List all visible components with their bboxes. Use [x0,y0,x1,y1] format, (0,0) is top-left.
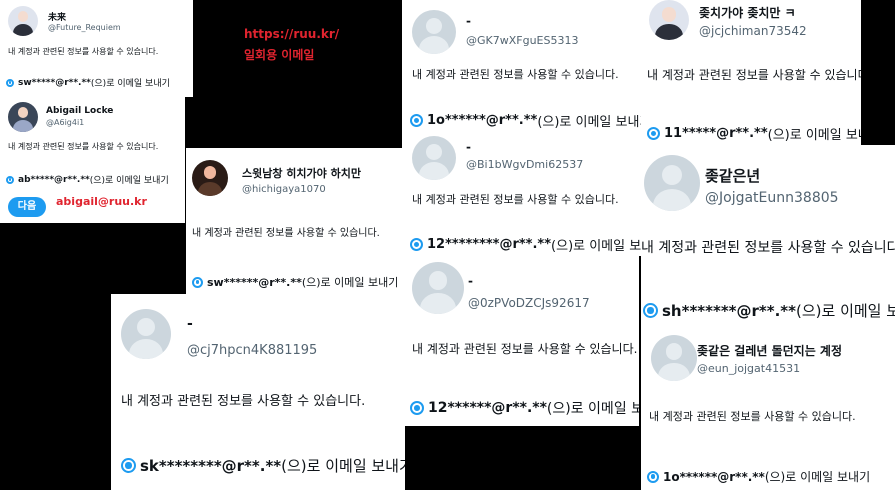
description: 내 계정과 관련된 정보를 사용할 수 있습니다. [412,193,619,206]
radio-selected-icon[interactable] [410,401,424,415]
radio-selected-icon[interactable] [6,78,14,87]
avatar [192,160,228,196]
email-option[interactable]: sh*******@r**.**(으)로 이메일 보내기 [643,300,895,321]
send-label: (으)로 이메일 보내기 [796,302,895,320]
avatar [412,262,464,314]
send-label: (으)로 이메일 보내기 [281,457,405,475]
description: 내 계정과 관련된 정보를 사용할 수 있습니다. [8,142,159,151]
send-label: (으)로 이메일 보내기 [90,79,170,89]
avatar [412,10,456,54]
send-label: (으)로 이메일 보내기 [546,401,639,417]
email-option[interactable]: 11*****@r**.**(으)로 이메일 보내기 [647,124,861,143]
send-label: (으)로 이메일 보내기 [537,115,642,130]
account-name: - [466,140,471,154]
account-card-gk7wxfgu: - @GK7wXFguES5313 내 계정과 관련된 정보를 사용할 수 있습… [402,0,642,132]
account-name: - [187,316,193,332]
send-label: (으)로 이메일 보내기 [89,176,169,186]
radio-selected-icon[interactable] [410,114,423,127]
email-option[interactable]: ab*****@r**.** (으)로 이메일 보내기 [6,173,169,186]
account-card-0zpvodz: - @0zPVoDZCJs92617 내 계정과 관련된 정보를 사용할 수 있… [402,256,639,426]
email-option[interactable]: 12********@r**.**(으)로 이메일 보내기 [410,235,642,254]
masked-email: 1o******@r**.** [427,113,538,128]
account-card-eun-jojgat: 좆같은 걸레년 돌던지는 계정 @eun_jojgat41531 내 계정과 관… [641,325,895,490]
email-option[interactable]: 1o******@r**.** (으)로 이메일 보내기 [647,468,870,485]
account-name: - [468,274,473,288]
account-handle: @A6ig4i1 [46,118,85,127]
email-option[interactable]: sk********@r**.** (으)로 이메일 보내기 [121,455,405,476]
avatar [649,0,689,40]
radio-selected-icon[interactable] [192,276,203,288]
account-handle: @0zPVoDZCJs92617 [468,296,590,310]
account-name: 좆같은년 [705,167,761,185]
avatar [644,155,700,211]
description: 내 계정과 관련된 정보를 사용할 수 있습니다. [412,342,638,356]
account-handle: @cj7hpcn4K881195 [187,343,318,358]
send-label: (으)로 이메일 보내기 [764,470,871,484]
account-name: 좆치가야 좆치만 ㅋ [699,6,796,20]
send-label: (으)로 이메일 보내기 [767,128,861,143]
avatar [8,6,38,36]
overlay-label: 일회용 이메일 [244,48,315,62]
radio-selected-icon[interactable] [643,303,658,318]
radio-selected-icon[interactable] [647,127,660,140]
email-option[interactable]: sw*****@r**.** (으)로 이메일 보내기 [6,76,170,89]
masked-email: 12********@r**.** [427,237,552,252]
next-button[interactable]: 다음 [8,197,46,217]
avatar [412,136,456,180]
masked-email: ab*****@r**.** [18,174,90,185]
email-option[interactable]: 1o******@r**.** (으)로 이메일 보내기 [410,111,642,130]
description: 내 계정과 관련된 정보를 사용할 수 있습니다. [121,394,366,409]
masked-email: 12******@r**.** [428,400,547,416]
description: 내 계정과 관련된 정보를 사용할 수 있습니다. [641,240,895,256]
masked-email: 11*****@r**.** [664,126,768,141]
description: 내 계정과 관련된 정보를 사용할 수 있습니다. [8,47,159,56]
account-handle: @eun_jojgat41531 [697,362,801,375]
masked-email: sw******@r**.** [207,275,302,289]
avatar [8,102,38,132]
account-card-bi1bwgv: - @Bi1bWgvDmi62537 내 계정과 관련된 정보를 사용할 수 있… [402,132,642,256]
account-name: 未来 [48,13,67,23]
description: 내 계정과 관련된 정보를 사용할 수 있습니다. [412,68,619,81]
account-handle: @GK7wXFguES5313 [466,34,579,47]
account-card-hichigaya: 스윗남창 히치가야 하치만 @hichigaya1070 내 계정과 관련된 정… [186,148,408,296]
account-card-cj7hpcn: - @cj7hpcn4K881195 내 계정과 관련된 정보를 사용할 수 있… [111,294,405,490]
account-card-jcjchiman: 좆치가야 좆치만 ㅋ @jcjchiman73542 내 계정과 관련된 정보를… [641,0,861,145]
send-label: (으)로 이메일 보내기 [551,239,642,254]
overlay-url: https://ruu.kr/ [244,27,340,41]
account-name: Abigail Locke [46,106,114,116]
masked-email: sh*******@r**.** [662,301,796,320]
radio-selected-icon[interactable] [410,238,423,251]
avatar [121,309,171,359]
overlay-email: abigail@ruu.kr [56,195,147,208]
email-option[interactable]: 12******@r**.**(으)로 이메일 보내기 [410,398,639,418]
email-option[interactable]: sw******@r**.** (으)로 이메일 보내기 [192,274,398,290]
description: 내 계정과 관련된 정보를 사용할 수 있습니다. [647,68,861,82]
account-card-future: 未来 @Future_Requiem 내 계정과 관련된 정보를 사용할 수 있… [0,0,193,97]
masked-email: 1o******@r**.** [663,469,765,484]
account-handle: @JojgatEunn38805 [705,190,839,206]
description: 내 계정과 관련된 정보를 사용할 수 있습니다. [649,410,856,423]
account-handle: @Bi1bWgvDmi62537 [466,158,584,171]
account-handle: @hichigaya1070 [242,184,326,195]
description: 내 계정과 관련된 정보를 사용할 수 있습니다. [192,228,380,239]
account-handle: @jcjchiman73542 [699,24,807,38]
account-name: - [466,14,471,28]
radio-selected-icon[interactable] [6,175,14,184]
account-handle: @Future_Requiem [48,23,121,32]
account-card-jojgateunn: 좆같은년 @JojgatEunn38805 내 계정과 관련된 정보를 사용할 … [641,145,895,325]
radio-selected-icon[interactable] [121,458,136,473]
send-label: (으)로 이메일 보내기 [301,276,399,289]
account-name: 스윗남창 히치가야 하치만 [242,167,361,180]
masked-email: sk********@r**.** [140,456,282,475]
masked-email: sw*****@r**.** [18,77,91,88]
avatar [651,335,697,381]
account-name: 좆같은 걸레년 돌던지는 계정 [697,344,843,358]
radio-selected-icon[interactable] [647,470,659,483]
